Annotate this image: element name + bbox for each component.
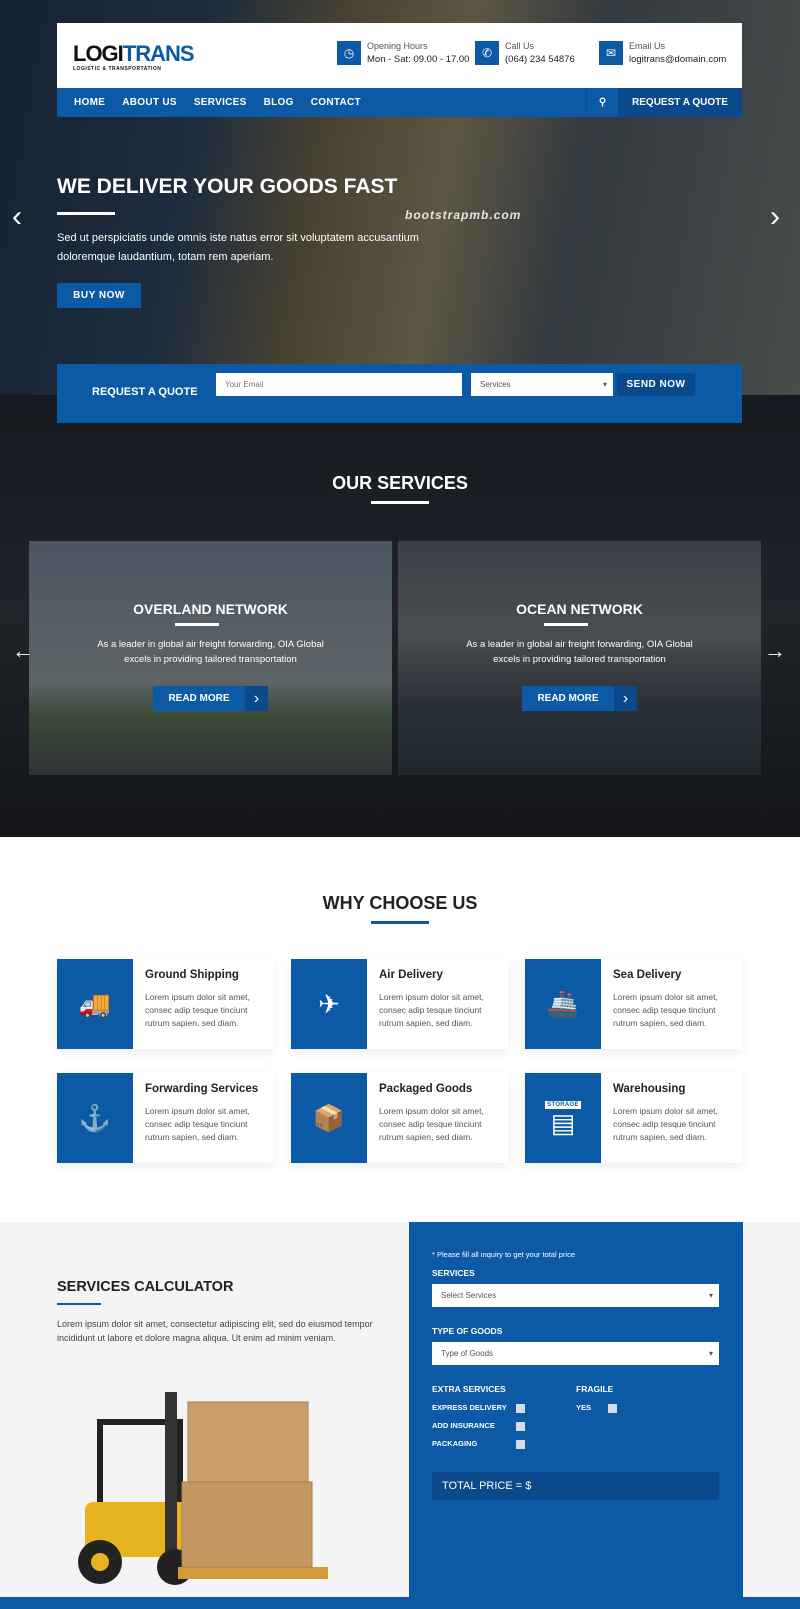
- request-quote-button[interactable]: REQUEST A QUOTE: [618, 88, 742, 117]
- feature-title: Ground Shipping: [145, 969, 239, 981]
- card-title: OVERLAND NETWORK: [133, 601, 288, 617]
- feature-card: 🚢 Sea Delivery Lorem ipsum dolor sit ame…: [525, 959, 742, 1049]
- forklift-image: [78, 1392, 328, 1585]
- chevron-right-icon[interactable]: ›: [770, 200, 780, 234]
- calc-divider: [57, 1303, 101, 1305]
- feature-title: Air Delivery: [379, 969, 443, 981]
- ship-icon: 🚢: [525, 959, 601, 1049]
- total-price: TOTAL PRICE = $: [432, 1472, 719, 1500]
- read-more-button[interactable]: READ MORE ›: [522, 686, 637, 711]
- feature-card: 🚚 Ground Shipping Lorem ipsum dolor sit …: [57, 959, 274, 1049]
- card-text: As a leader in global air freight forwar…: [466, 639, 693, 665]
- airplane-icon: ✈: [291, 959, 367, 1049]
- phone-icon: ✆: [475, 41, 499, 65]
- hero-divider: [57, 212, 115, 215]
- nav-home[interactable]: HOME: [74, 97, 105, 108]
- arrow-right-icon[interactable]: →: [764, 638, 786, 664]
- calculator-form: * Please fill all inquiry to get your to…: [409, 1222, 743, 1597]
- services-select[interactable]: Services ▾: [471, 373, 613, 396]
- opening-hours: ◷ Opening Hours Mon - Sat: 09.00 - 17.00: [337, 41, 469, 65]
- card-divider: [544, 623, 588, 626]
- truck-icon: 🚚: [57, 959, 133, 1049]
- feature-text: Lorem ipsum dolor sit amet, consec adip …: [379, 1106, 484, 1142]
- nav-blog[interactable]: BLOG: [264, 97, 294, 108]
- arrow-left-icon[interactable]: ←: [12, 638, 34, 664]
- why-title: WHY CHOOSE US: [322, 893, 478, 913]
- main-nav: HOME ABOUT US SERVICES BLOG CONTACT ⚲ RE…: [57, 88, 742, 117]
- card-divider: [175, 623, 219, 626]
- fragile-yes-label: YES: [576, 1403, 592, 1412]
- package-icon: 📦: [291, 1073, 367, 1163]
- add-insurance-label: ADD INSURANCE: [432, 1421, 495, 1430]
- service-card: OCEAN NETWORK As a leader in global air …: [398, 541, 761, 775]
- read-more-button[interactable]: READ MORE ›: [153, 686, 268, 711]
- goods-select[interactable]: Type of Goods ▾: [432, 1342, 719, 1365]
- call-us: ✆ Call Us (064) 234 54876: [475, 41, 575, 65]
- envelope-icon: ✉: [599, 41, 623, 65]
- goods-label: TYPE OF GOODS: [432, 1326, 503, 1336]
- feature-text: Lorem ipsum dolor sit amet, consec adip …: [379, 992, 484, 1028]
- quote-bar: REQUEST A QUOTE Your Email Services ▾ SEN…: [57, 364, 742, 423]
- logo[interactable]: LOGITRANS LOGISTIC & TRANSPORTATION: [73, 41, 195, 72]
- clock-icon: ◷: [337, 41, 361, 65]
- nav-contact[interactable]: CONTACT: [311, 97, 361, 108]
- feature-card: ✈ Air Delivery Lorem ipsum dolor sit ame…: [291, 959, 508, 1049]
- services-title: OUR SERVICES: [332, 473, 468, 493]
- express-delivery-checkbox[interactable]: [516, 1404, 525, 1413]
- feature-title: Sea Delivery: [613, 969, 682, 981]
- feature-text: Lorem ipsum dolor sit amet, consec adip …: [613, 1106, 718, 1142]
- feature-card: ⚓ Forwarding Services Lorem ipsum dolor …: [57, 1073, 274, 1163]
- storage-icon: STORAGE ▤: [525, 1073, 601, 1163]
- feature-card: STORAGE ▤ Warehousing Lorem ipsum dolor s…: [525, 1073, 742, 1163]
- feature-title: Forwarding Services: [145, 1083, 259, 1095]
- packaging-label: PACKAGING: [432, 1439, 478, 1448]
- calc-services-select[interactable]: Select Services ▾: [432, 1284, 719, 1307]
- hero-title: WE DELIVER YOUR GOODS FAST: [57, 175, 398, 198]
- card-title: OCEAN NETWORK: [516, 601, 643, 617]
- watermark: bootstrapmb.com: [405, 208, 522, 222]
- chevron-left-icon[interactable]: ‹: [12, 200, 22, 234]
- service-card: OVERLAND NETWORK As a leader in global a…: [29, 541, 392, 775]
- packaging-checkbox[interactable]: [516, 1440, 525, 1449]
- caret-down-icon: ▾: [602, 380, 607, 389]
- send-now-button[interactable]: SEND NOW: [617, 373, 695, 396]
- fragile-yes-checkbox[interactable]: [608, 1404, 617, 1413]
- chevron-right-icon: ›: [614, 686, 637, 711]
- services-divider: [371, 501, 429, 504]
- calc-title: SERVICES CALCULATOR: [57, 1279, 234, 1295]
- email-us: ✉ Email Us logitrans@domain.com: [599, 41, 726, 65]
- search-icon[interactable]: ⚲: [586, 88, 618, 117]
- feature-title: Warehousing: [613, 1083, 686, 1095]
- feature-card: 📦 Packaged Goods Lorem ipsum dolor sit a…: [291, 1073, 508, 1163]
- chevron-right-icon: ›: [245, 686, 268, 711]
- feature-title: Packaged Goods: [379, 1083, 473, 1095]
- services-label: SERVICES: [432, 1268, 475, 1278]
- feature-text: Lorem ipsum dolor sit amet, consec adip …: [145, 992, 250, 1028]
- buy-now-button[interactable]: BUY NOW: [57, 283, 141, 308]
- header: LOGITRANS LOGISTIC & TRANSPORTATION ◷ Open…: [57, 23, 742, 88]
- express-delivery-label: EXPRESS DELIVERY: [432, 1403, 507, 1412]
- feature-text: Lorem ipsum dolor sit amet, consec adip …: [145, 1106, 250, 1142]
- hero-text: Sed ut perspiciatis unde omnis iste natu…: [57, 232, 419, 263]
- footer-strip: [0, 1597, 800, 1609]
- caret-down-icon: ▾: [708, 1291, 713, 1300]
- calc-note: * Please fill all inquiry to get your to…: [432, 1250, 575, 1259]
- crane-container-icon: ⚓: [57, 1073, 133, 1163]
- services-select-value: Services: [480, 380, 511, 389]
- card-text: As a leader in global air freight forwar…: [97, 639, 324, 665]
- extra-services-label: EXTRA SERVICES: [432, 1384, 506, 1394]
- fragile-label: FRAGILE: [576, 1384, 614, 1394]
- add-insurance-checkbox[interactable]: [516, 1422, 525, 1431]
- why-divider: [371, 921, 429, 924]
- calc-text: Lorem ipsum dolor sit amet, consectetur …: [57, 1319, 373, 1343]
- nav-services[interactable]: SERVICES: [194, 97, 247, 108]
- nav-about-us[interactable]: ABOUT US: [122, 97, 177, 108]
- quote-label: REQUEST A QUOTE: [92, 386, 198, 398]
- email-input[interactable]: Your Email: [216, 373, 462, 396]
- caret-down-icon: ▾: [708, 1349, 713, 1358]
- feature-text: Lorem ipsum dolor sit amet, consec adip …: [613, 992, 718, 1028]
